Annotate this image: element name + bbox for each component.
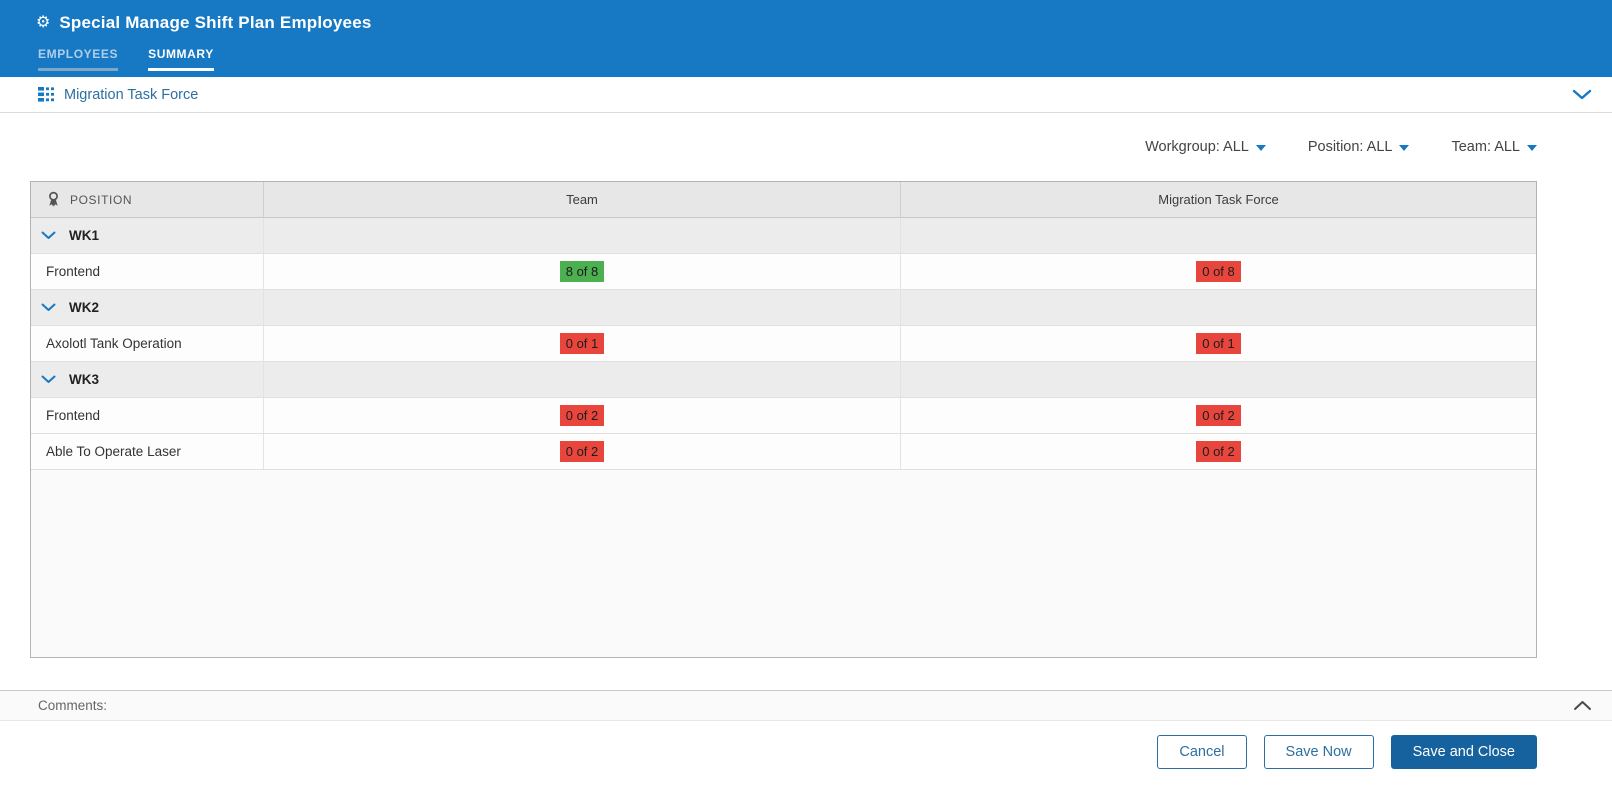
tab-summary[interactable]: SUMMARY: [148, 47, 214, 71]
migration-count-badge: 0 of 8: [1196, 260, 1241, 283]
chevron-up-icon[interactable]: [1573, 700, 1592, 711]
chevron-down-icon[interactable]: [1572, 89, 1592, 100]
migration-count-cell: 0 of 2: [901, 398, 1536, 433]
migration-count-badge: 0 of 2: [1196, 404, 1241, 427]
position-name: Frontend: [46, 408, 101, 423]
manage-gear-icon: ⚙: [36, 14, 51, 31]
footer-action-bar: Cancel Save Now Save and Close: [0, 721, 1612, 800]
table-header-row: POSITION Team Migration Task Force: [31, 182, 1536, 218]
chevron-down-icon[interactable]: [41, 375, 56, 384]
caret-down-icon: [1255, 145, 1266, 151]
group-cell: WK1: [31, 218, 264, 253]
position-name: Frontend: [46, 264, 101, 279]
position-row: Frontend 8 of 8 0 of 8: [31, 254, 1536, 290]
group-team-cell: [264, 290, 901, 325]
team-count-badge: 8 of 8: [559, 260, 605, 283]
group-label: WK3: [69, 372, 99, 387]
cancel-button[interactable]: Cancel: [1157, 735, 1247, 769]
position-name: Able To Operate Laser: [46, 444, 181, 459]
migration-count-cell: 0 of 2: [901, 434, 1536, 469]
team-count-cell: 8 of 8: [264, 254, 901, 289]
week-group-row: WK2: [31, 290, 1536, 326]
section-bar: Migration Task Force: [0, 77, 1612, 113]
team-count-badge: 0 of 2: [559, 440, 605, 463]
migration-count-badge: 0 of 2: [1196, 440, 1241, 463]
save-and-close-button[interactable]: Save and Close: [1390, 735, 1537, 769]
team-column-header: Team: [264, 182, 901, 217]
position-name-cell: Axolotl Tank Operation: [31, 326, 264, 361]
week-group-row: WK3: [31, 362, 1536, 398]
group-label: WK1: [69, 228, 99, 243]
filters-row: Workgroup: ALL Position: ALL Team: ALL: [0, 113, 1612, 181]
comments-bar: Comments:: [0, 690, 1612, 721]
position-column-header: POSITION: [31, 182, 264, 217]
week-group-row: WK1: [31, 218, 1536, 254]
position-row: Axolotl Tank Operation 0 of 1 0 of 1: [31, 326, 1536, 362]
spacer: [0, 658, 1612, 690]
group-team-cell: [264, 362, 901, 397]
position-name-cell: Able To Operate Laser: [31, 434, 264, 469]
position-badge-icon: [49, 191, 58, 207]
table-body: WK1 Frontend 8 of 8 0 of 8 WK2 Axolotl Tank O…: [31, 218, 1536, 470]
position-name-cell: Frontend: [31, 398, 264, 433]
migration-count-cell: 0 of 8: [901, 254, 1536, 289]
chevron-down-icon[interactable]: [41, 231, 56, 240]
migration-column-header: Migration Task Force: [1158, 192, 1279, 207]
team-count-badge: 0 of 1: [559, 332, 605, 355]
grid-icon: [38, 87, 54, 102]
position-name: Axolotl Tank Operation: [46, 336, 182, 351]
migration-count-badge: 0 of 1: [1196, 332, 1241, 355]
page-title: Special Manage Shift Plan Employees: [59, 13, 372, 32]
caret-down-icon: [1399, 145, 1410, 151]
team-filter-dropdown[interactable]: Team: ALL: [1451, 139, 1537, 155]
workgroup-filter-dropdown[interactable]: Workgroup: ALL: [1145, 139, 1266, 155]
position-filter-dropdown[interactable]: Position: ALL: [1308, 139, 1410, 155]
group-migration-cell: [901, 290, 1536, 325]
chevron-down-icon[interactable]: [41, 303, 56, 312]
workgroup-filter-label: Workgroup: ALL: [1145, 139, 1249, 155]
table-empty-area: [31, 470, 1536, 657]
summary-table: POSITION Team Migration Task Force WK1 Fr…: [30, 181, 1537, 658]
team-filter-label: Team: ALL: [1451, 139, 1520, 155]
caret-down-icon: [1527, 145, 1537, 151]
position-filter-label: Position: ALL: [1307, 139, 1393, 155]
position-row: Able To Operate Laser 0 of 2 0 of 2: [31, 434, 1536, 470]
group-team-cell: [264, 218, 901, 253]
group-label: WK2: [69, 300, 99, 315]
position-row: Frontend 0 of 2 0 of 2: [31, 398, 1536, 434]
position-name-cell: Frontend: [31, 254, 264, 289]
tab-bar: EMPLOYEES SUMMARY: [38, 47, 1612, 71]
tab-employees[interactable]: EMPLOYEES: [38, 47, 119, 71]
comments-label: Comments:: [38, 698, 108, 713]
group-migration-cell: [901, 218, 1536, 253]
group-cell: WK3: [31, 362, 264, 397]
migration-count-cell: 0 of 1: [901, 326, 1536, 361]
section-title[interactable]: Migration Task Force: [64, 87, 198, 103]
group-cell: WK2: [31, 290, 264, 325]
team-count-badge: 0 of 2: [559, 404, 605, 427]
team-count-cell: 0 of 2: [264, 434, 901, 469]
group-migration-cell: [901, 362, 1536, 397]
save-now-button[interactable]: Save Now: [1263, 735, 1374, 769]
position-header-label: POSITION: [70, 192, 133, 207]
team-count-cell: 0 of 1: [264, 326, 901, 361]
app-header: ⚙ Special Manage Shift Plan Employees EM…: [0, 0, 1612, 77]
team-count-cell: 0 of 2: [264, 398, 901, 433]
